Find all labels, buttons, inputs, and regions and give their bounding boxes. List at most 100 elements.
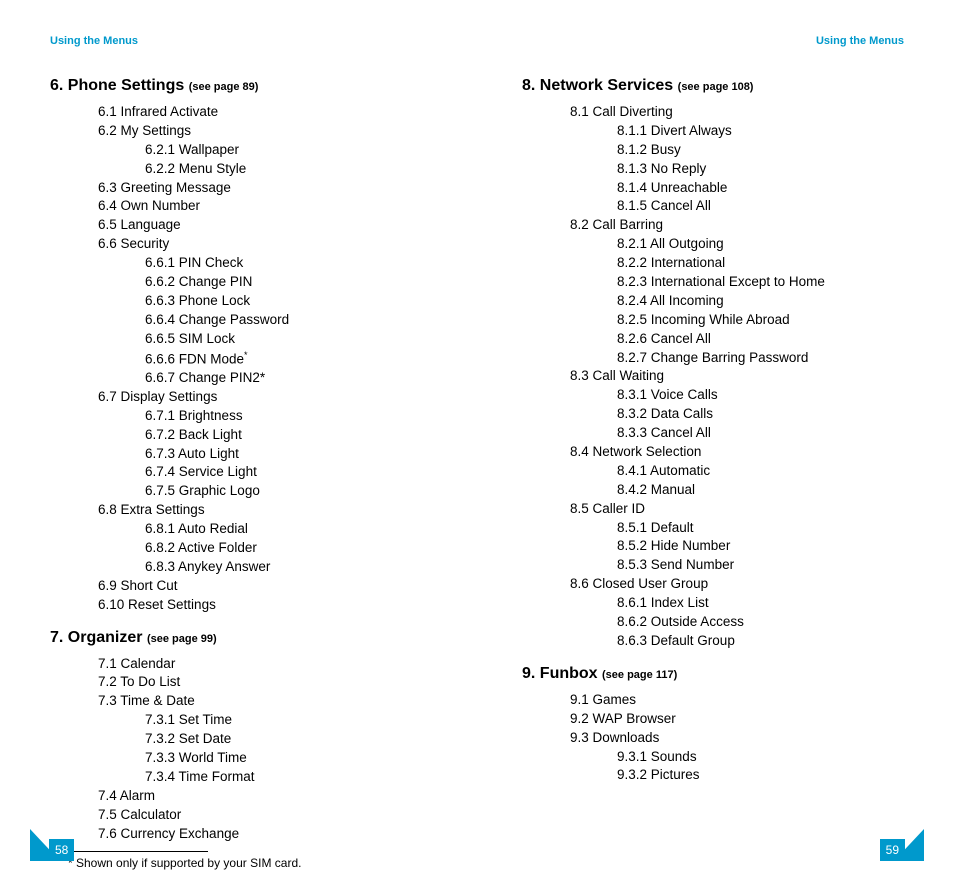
item-num: 8.3.2	[617, 406, 651, 421]
item-label: Cancel All	[651, 425, 711, 440]
list-item: 9.1 Games	[570, 691, 904, 710]
heading-title: Network Services	[540, 77, 673, 94]
list-item: 8.5.1 Default	[617, 519, 904, 538]
item-label: Currency Exchange	[121, 826, 240, 841]
item-label: Auto Light	[178, 446, 239, 461]
item-num: 8.2.2	[617, 255, 651, 270]
list-item: 6.9 Short Cut	[98, 577, 432, 596]
list-item: 6.5 Language	[98, 216, 432, 235]
list-item: 8.4 Network Selection8.4.1 Automatic8.4.…	[570, 443, 904, 500]
item-num: 7.3.2	[145, 731, 179, 746]
item-label: Change PIN	[179, 274, 253, 289]
item-num: 9.3.2	[617, 767, 651, 782]
header-left: Using the Menus	[50, 35, 432, 47]
sublist: 8.2.1 All Outgoing8.2.2 International 8.2…	[570, 235, 904, 367]
item-num: 6.6.6	[145, 351, 179, 366]
item-num: 8.2.6	[617, 331, 651, 346]
item-num: 7.5	[98, 807, 121, 822]
list-item: 7.2 To Do List	[98, 673, 432, 692]
page-left: Using the Menus 6. Phone Settings (see p…	[0, 0, 477, 876]
item-label: SIM Lock	[179, 331, 235, 346]
item-num: 8.1.1	[617, 123, 651, 138]
item-label: No Reply	[651, 161, 707, 176]
section-heading-7: 7. Organizer (see page 99)	[50, 629, 432, 647]
list-item: 8.1 Call Diverting8.1.1 Divert Always8.1…	[570, 103, 904, 216]
item-num: 6.9	[98, 578, 121, 593]
list-item: 6.7.4 Service Light	[145, 463, 432, 482]
list-item: 7.6 Currency Exchange	[98, 825, 432, 844]
heading-num: 7.	[50, 629, 63, 646]
list-item: 7.1 Calendar	[98, 655, 432, 674]
list-item: 8.3 Call Waiting8.3.1 Voice Calls8.3.2 D…	[570, 367, 904, 443]
list-item: 6.10 Reset Settings	[98, 596, 432, 615]
item-num: 6.6.5	[145, 331, 179, 346]
heading-num: 6.	[50, 77, 63, 94]
sublist: 6.2.1 Wallpaper6.2.2 Menu Style	[98, 141, 432, 179]
item-label: Active Folder	[178, 540, 257, 555]
item-num: 6.7.2	[145, 427, 179, 442]
item-label: World Time	[179, 750, 247, 765]
item-num: 9.3	[570, 730, 593, 745]
item-label: Security	[121, 236, 170, 251]
list-item: 7.4 Alarm	[98, 787, 432, 806]
section-6-list: 6.1 Infrared Activate6.2 My Settings6.2.…	[50, 103, 432, 615]
item-label: Auto Redial	[178, 521, 248, 536]
list-item: 8.2.1 All Outgoing	[617, 235, 904, 254]
section-7-list: 7.1 Calendar7.2 To Do List7.3 Time & Dat…	[50, 655, 432, 844]
list-item: 8.1.1 Divert Always	[617, 122, 904, 141]
item-label: Manual	[651, 482, 695, 497]
list-item: 6.6.2 Change PIN	[145, 273, 432, 292]
list-item: 8.2.3 International Except to Home	[617, 273, 904, 292]
list-item: 9.3 Downloads9.3.1 Sounds9.3.2 Pictures	[570, 729, 904, 786]
item-label: Menu Style	[179, 161, 247, 176]
item-num: 6.6	[98, 236, 121, 251]
item-label: Default Group	[651, 633, 735, 648]
list-item: 8.6.1 Index List	[617, 594, 904, 613]
item-num: 6.6.4	[145, 312, 179, 327]
item-num: 8.6.2	[617, 614, 651, 629]
list-item: 6.6.4 Change Password	[145, 311, 432, 330]
page-number-right: 59	[880, 839, 905, 861]
sublist: 8.3.1 Voice Calls8.3.2 Data Calls8.3.3 C…	[570, 386, 904, 443]
list-item: 6.3 Greeting Message	[98, 179, 432, 198]
item-label: Data Calls	[651, 406, 713, 421]
item-label: Time & Date	[120, 693, 195, 708]
item-num: 7.2	[98, 674, 120, 689]
item-label: Unreachable	[651, 180, 728, 195]
list-item: 8.3.2 Data Calls	[617, 405, 904, 424]
sublist: 8.5.1 Default8.5.2 Hide Number8.5.3 Send…	[570, 519, 904, 576]
item-num: 7.3.1	[145, 712, 179, 727]
sublist: 6.6.1 PIN Check6.6.2 Change PIN6.6.3 Pho…	[98, 254, 432, 388]
item-num: 8.2.4	[617, 293, 650, 308]
item-label: Cancel All	[651, 198, 711, 213]
item-num: 6.6.2	[145, 274, 179, 289]
section-9-list: 9.1 Games9.2 WAP Browser9.3 Downloads9.3…	[522, 691, 904, 785]
list-item: 7.3 Time & Date7.3.1 Set Time7.3.2 Set D…	[98, 692, 432, 786]
item-label: International	[651, 255, 725, 270]
item-num: 6.10	[98, 597, 128, 612]
list-item: 7.5 Calculator	[98, 806, 432, 825]
item-num: 8.4.2	[617, 482, 651, 497]
list-item: 6.6.1 PIN Check	[145, 254, 432, 273]
sublist: 8.4.1 Automatic8.4.2 Manual	[570, 462, 904, 500]
list-item: 6.8 Extra Settings6.8.1 Auto Redial6.8.2…	[98, 501, 432, 577]
list-item: 9.3.2 Pictures	[617, 766, 904, 785]
list-item: 6.1 Infrared Activate	[98, 103, 432, 122]
sublist: 7.3.1 Set Time7.3.2 Set Date7.3.3 World …	[98, 711, 432, 787]
superscript: *	[244, 350, 248, 360]
item-num: 8.1.2	[617, 142, 651, 157]
list-item: 8.2.6 Cancel All	[617, 330, 904, 349]
item-num: 8.6.1	[617, 595, 651, 610]
list-item: 7.3.1 Set Time	[145, 711, 432, 730]
item-num: 8.1.5	[617, 198, 651, 213]
heading-title: Phone Settings	[68, 77, 184, 94]
page-ref: (see page 89)	[189, 81, 259, 93]
item-label: Anykey Answer	[178, 559, 270, 574]
item-label: Change Password	[179, 312, 289, 327]
item-label: Default	[651, 520, 694, 535]
item-num: 6.5	[98, 217, 121, 232]
list-item: 6.6 Security 6.6.1 PIN Check6.6.2 Change …	[98, 235, 432, 388]
item-label: Short Cut	[121, 578, 178, 593]
item-label: Display Settings	[121, 389, 218, 404]
list-item: 7.3.4 Time Format	[145, 768, 432, 787]
